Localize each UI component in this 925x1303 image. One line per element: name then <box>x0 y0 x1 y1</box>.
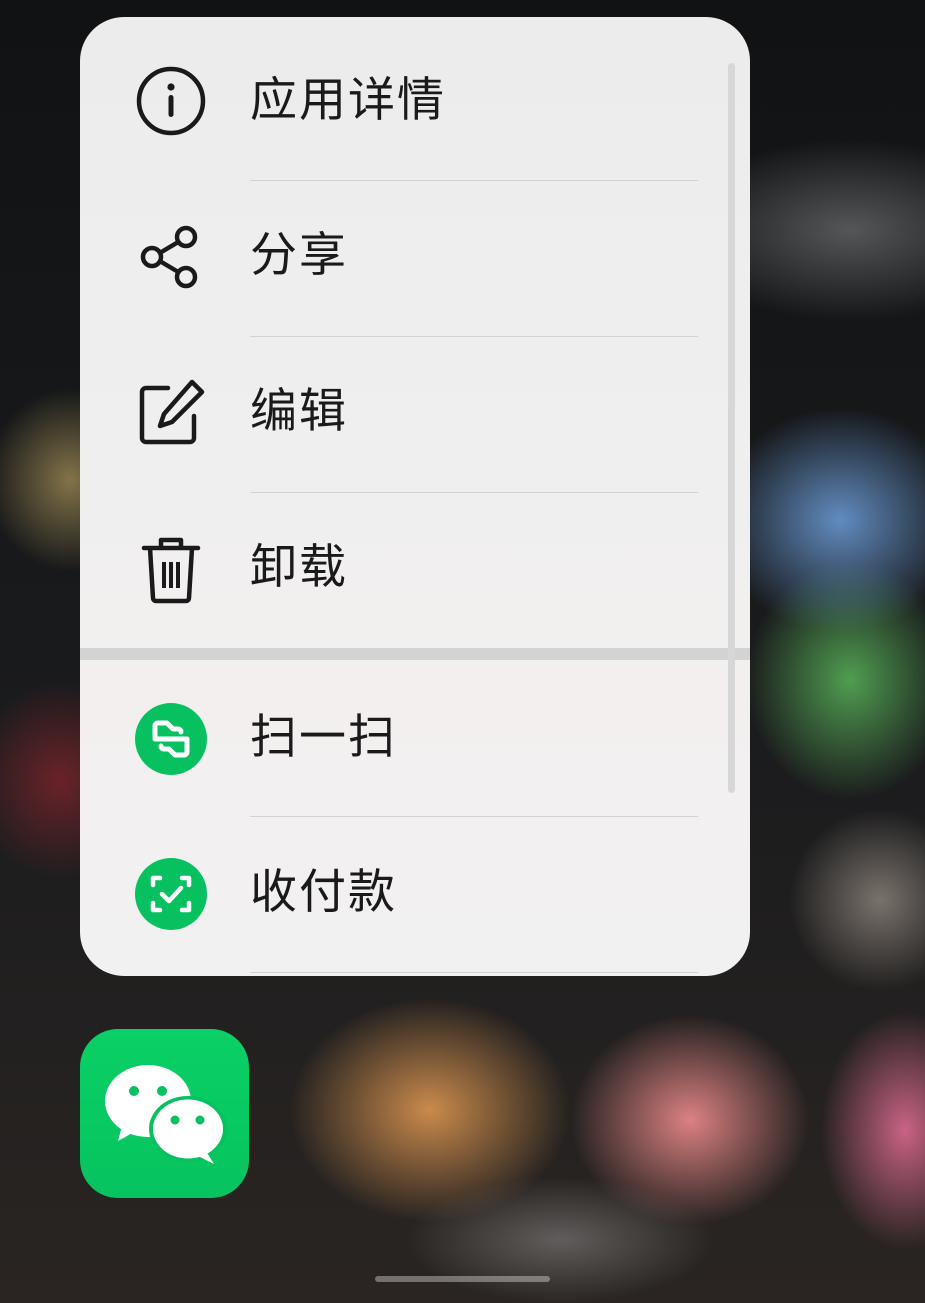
menu-item-label: 卸载 <box>250 540 348 595</box>
menu-item-label: 应用详情 <box>250 73 446 128</box>
app-context-menu: 应用详情 分享 编辑 卸载 扫一扫 收付款 <box>80 17 750 976</box>
menu-item-uninstall[interactable]: 卸载 <box>80 492 720 648</box>
wechat-app-icon[interactable] <box>80 1029 249 1198</box>
menu-item-scan[interactable]: 扫一扫 <box>80 660 720 816</box>
trash-icon <box>134 532 208 606</box>
menu-item-payment[interactable]: 收付款 <box>80 816 720 972</box>
edit-icon <box>134 376 208 450</box>
menu-item-label: 编辑 <box>250 384 348 439</box>
menu-item-label: 分享 <box>250 228 348 283</box>
menu-item-share[interactable]: 分享 <box>80 180 720 336</box>
info-icon <box>134 64 208 138</box>
scan-icon <box>134 702 208 776</box>
wechat-icon <box>105 1065 227 1164</box>
menu-divider <box>250 972 698 973</box>
menu-item-label: 扫一扫 <box>250 710 397 765</box>
share-icon <box>134 220 208 294</box>
menu-section-separator <box>80 648 750 660</box>
payment-icon <box>134 857 208 931</box>
menu-item-app-details[interactable]: 应用详情 <box>80 23 720 179</box>
menu-item-label: 收付款 <box>250 865 397 920</box>
home-indicator <box>375 1276 550 1282</box>
menu-scrollbar[interactable] <box>728 63 735 793</box>
menu-item-edit[interactable]: 编辑 <box>80 336 720 492</box>
